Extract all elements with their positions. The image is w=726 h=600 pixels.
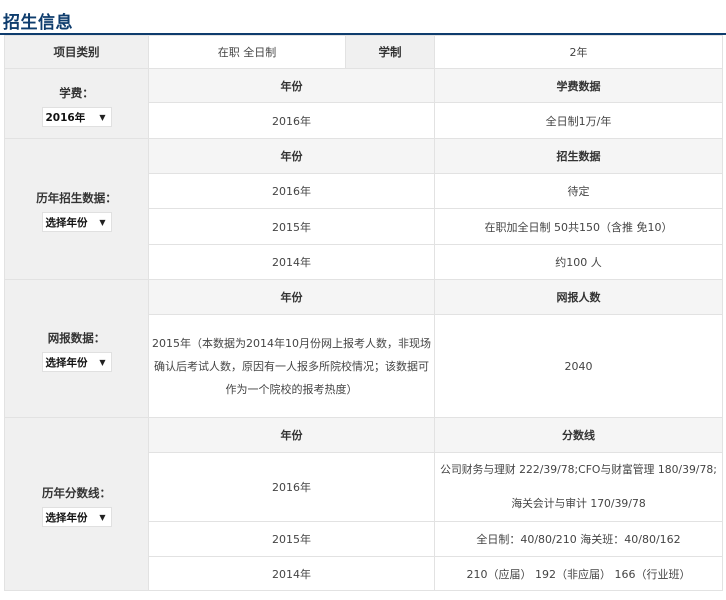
- tuition-year-select[interactable]: 2016年 ▼: [41, 106, 112, 127]
- scores-year-select[interactable]: 选择年份 ▼: [41, 507, 112, 527]
- enrollment-value: 在职加全日制 50共150（含推 免10）: [434, 208, 723, 245]
- enrollment-year: 2016年: [148, 173, 435, 209]
- online-note: 2015年（本数据为2014年10月份网上报考人数，非现场确认后考试人数，原因有…: [148, 314, 435, 418]
- tuition-year-select-value: 2016年: [45, 111, 86, 124]
- tuition-col-year: 年份: [148, 68, 435, 103]
- triangle-down-icon: ▼: [99, 218, 106, 227]
- duration-label: 学制: [345, 35, 435, 69]
- enrollment-header-row: 历年招生数据： 选择年份 ▼ 年份 招生数据: [4, 138, 723, 280]
- online-col-year: 年份: [148, 279, 435, 315]
- enrollment-year: 2014年: [148, 244, 435, 280]
- scores-year-select-value: 选择年份: [45, 512, 88, 524]
- scores-line-1: 公司财务与理财 222/39/78;CFO与财富管理 180/39/78;: [440, 463, 717, 476]
- tuition-col-data: 学费数据: [434, 68, 723, 103]
- section-title: 招生信息: [3, 13, 73, 33]
- overview-row: 项目类别 在职 全日制 学制 2年: [4, 35, 723, 69]
- scores-label: 历年分数线：: [42, 486, 111, 500]
- duration-value: 2年: [434, 35, 723, 69]
- online-col-data: 网报人数: [434, 279, 723, 315]
- category-value: 在职 全日制: [148, 35, 346, 69]
- enrollment-year-select[interactable]: 选择年份 ▼: [41, 212, 112, 232]
- scores-col-data: 分数线: [434, 417, 723, 453]
- scores-group: 历年分数线： 选择年份 ▼: [4, 417, 149, 591]
- online-header-row: 网报数据： 选择年份 ▼ 年份 网报人数: [4, 279, 723, 418]
- triangle-down-icon: ▼: [99, 112, 106, 122]
- online-group: 网报数据： 选择年份 ▼: [4, 279, 149, 418]
- online-value: 2040: [434, 314, 723, 418]
- enrollment-label: 历年招生数据：: [36, 191, 117, 205]
- tuition-group: 学费： 2016年 ▼: [4, 68, 149, 139]
- enrollment-value: 待定: [434, 173, 723, 209]
- enrollment-year: 2015年: [148, 208, 435, 245]
- scores-header-row: 历年分数线： 选择年份 ▼ 年份 分数线: [4, 417, 723, 591]
- scores-col-year: 年份: [148, 417, 435, 453]
- admission-info-table: 项目类别 在职 全日制 学制 2年 学费： 2016年 ▼ 年份 学费数据 20…: [4, 35, 723, 591]
- scores-year: 2015年: [148, 521, 435, 557]
- enrollment-value: 约100 人: [434, 244, 723, 280]
- scores-value: 公司财务与理财 222/39/78;CFO与财富管理 180/39/78; 海关…: [434, 452, 723, 522]
- online-year-select-value: 选择年份: [45, 356, 88, 369]
- tuition-year: 2016年: [148, 102, 435, 139]
- enrollment-group: 历年招生数据： 选择年份 ▼: [4, 138, 149, 280]
- online-year-select[interactable]: 选择年份 ▼: [41, 351, 112, 372]
- online-label: 网报数据：: [47, 330, 106, 345]
- scores-line-2: 海关会计与审计 170/39/78: [511, 497, 646, 510]
- triangle-down-icon: ▼: [99, 513, 106, 522]
- enrollment-col-data: 招生数据: [434, 138, 723, 174]
- scores-year: 2016年: [148, 452, 435, 522]
- enrollment-year-select-value: 选择年份: [45, 217, 88, 229]
- triangle-down-icon: ▼: [99, 357, 106, 367]
- scores-year: 2014年: [148, 556, 435, 591]
- admission-info-table-wrapper: 项目类别 在职 全日制 学制 2年 学费： 2016年 ▼ 年份 学费数据 20…: [4, 35, 723, 591]
- scores-value: 210（应届） 192（非应届） 166（行业班）: [434, 556, 723, 591]
- tuition-value: 全日制1万/年: [434, 102, 723, 139]
- tuition-label: 学费：: [59, 85, 94, 100]
- category-label: 项目类别: [4, 35, 149, 69]
- scores-value: 全日制：40/80/210 海关班：40/80/162: [434, 521, 723, 557]
- enrollment-col-year: 年份: [148, 138, 435, 174]
- tuition-header-row: 学费： 2016年 ▼ 年份 学费数据: [4, 68, 723, 139]
- section-header: 招生信息: [0, 0, 726, 35]
